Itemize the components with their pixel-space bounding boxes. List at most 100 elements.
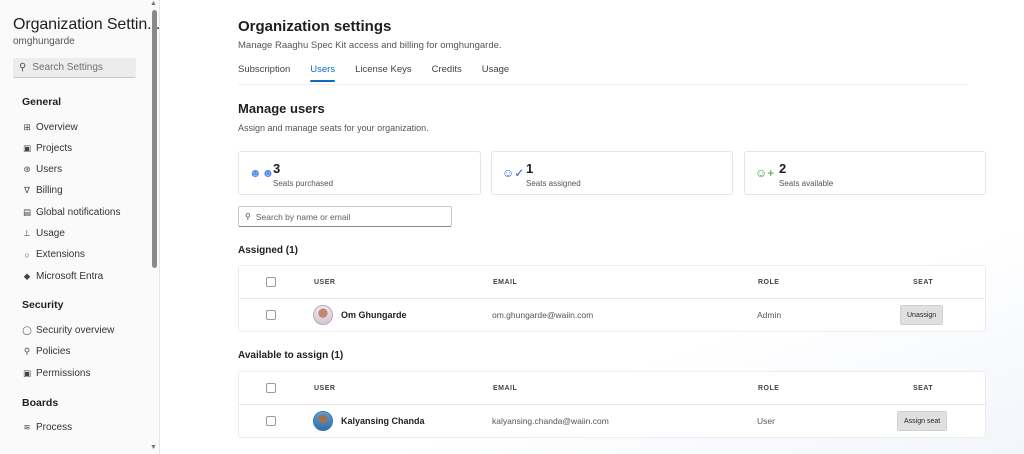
- stat-card-seats-assigned: ☺✓ 1 Seats assigned: [491, 151, 733, 195]
- extensions-icon: ○: [24, 249, 30, 260]
- main-content: Organization settings Manage Raaghu Spec…: [160, 0, 1024, 454]
- seat-cell: Assign seat: [897, 405, 948, 437]
- table-row: Om Ghungarde om.ghungarde@waiin.com Admi…: [239, 299, 985, 331]
- sidebar-org-name: omghungarde: [13, 36, 75, 47]
- column-header-email: EMAIL: [493, 384, 518, 392]
- page-title: Organization settings: [238, 18, 392, 35]
- person-check-icon: ☺✓: [502, 166, 525, 180]
- search-icon: ⚲: [245, 212, 251, 221]
- user-email: kalyansing.chanda@waiin.com: [492, 416, 609, 426]
- sidebar-item-extensions[interactable]: ○ Extensions: [22, 249, 85, 260]
- unassign-button[interactable]: Unassign: [900, 305, 944, 325]
- tab-subscription[interactable]: Subscription: [238, 64, 290, 82]
- projects-icon: ▣: [22, 143, 32, 153]
- column-header-role: ROLE: [758, 278, 780, 286]
- sidebar-scrollbar-thumb[interactable]: [152, 10, 157, 268]
- person-add-icon: ☺+: [755, 166, 775, 180]
- sidebar-item-permissions[interactable]: ▣ Permissions: [22, 368, 90, 379]
- column-header-email: EMAIL: [493, 278, 518, 286]
- sidebar-item-label: Global notifications: [36, 207, 121, 218]
- sidebar-item-microsoft-entra[interactable]: ◆ Microsoft Entra: [22, 271, 104, 282]
- sidebar-item-label: Extensions: [36, 249, 85, 260]
- available-users-table: USER EMAIL ROLE SEAT Kalyansing Chanda k…: [238, 371, 986, 438]
- entra-icon: ◆: [23, 271, 31, 281]
- manage-users-subtitle: Assign and manage seats for your organiz…: [238, 123, 429, 133]
- sidebar-section-general: General: [22, 96, 62, 108]
- avatar: [313, 411, 333, 431]
- seats-available-label: Seats available: [779, 179, 834, 188]
- seats-available-value: 2: [779, 161, 787, 176]
- sidebar-item-usage[interactable]: ⊥ Usage: [22, 228, 65, 239]
- sidebar-item-label: Microsoft Entra: [36, 271, 104, 282]
- scroll-up-arrow-icon[interactable]: ▲: [150, 0, 157, 7]
- settings-search-input[interactable]: ⚲ Search Settings: [13, 58, 136, 78]
- tab-credits[interactable]: Credits: [432, 64, 462, 82]
- row-select-cell: [266, 299, 276, 331]
- available-group-title: Available to assign (1): [238, 350, 344, 361]
- user-cell: Kalyansing Chanda: [313, 405, 425, 437]
- seats-purchased-value: 3: [273, 161, 281, 176]
- select-all-checkbox[interactable]: [266, 277, 276, 287]
- sidebar-item-label: Projects: [36, 143, 73, 154]
- sidebar-item-label: Security overview: [36, 325, 115, 336]
- user-cell: Om Ghungarde: [313, 299, 407, 331]
- assign-seat-button[interactable]: Assign seat: [897, 411, 948, 431]
- select-all-cell: [266, 372, 276, 404]
- row-checkbox[interactable]: [266, 310, 276, 320]
- column-header-seat: SEAT: [913, 384, 934, 392]
- sidebar-item-security-overview[interactable]: ◯ Security overview: [22, 325, 114, 336]
- sidebar-title: Organization Settin...: [13, 16, 160, 33]
- sidebar-item-billing[interactable]: ∇ Billing: [22, 185, 63, 196]
- tabs-divider: [238, 84, 968, 85]
- stat-card-seats-purchased: ☻☻ 3 Seats purchased: [238, 151, 481, 195]
- select-all-checkbox[interactable]: [266, 383, 276, 393]
- sidebar-item-users[interactable]: ⊛ Users: [22, 164, 62, 175]
- cart-icon: ∇: [24, 185, 30, 195]
- column-header-seat: SEAT: [913, 278, 934, 286]
- seats-assigned-label: Seats assigned: [526, 179, 581, 188]
- user-role: Admin: [757, 310, 782, 320]
- user-search-placeholder: Search by name or email: [255, 211, 351, 222]
- avatar: [313, 305, 333, 325]
- row-select-cell: [266, 405, 276, 437]
- sidebar-item-label: Process: [36, 422, 73, 433]
- column-header-user: USER: [314, 384, 336, 392]
- settings-sidebar: Organization Settin... omghungarde ⚲ Sea…: [0, 0, 160, 454]
- stat-card-seats-available: ☺+ 2 Seats available: [744, 151, 986, 195]
- sidebar-item-label: Billing: [36, 185, 63, 196]
- column-header-role: ROLE: [758, 384, 780, 392]
- sidebar-item-policies[interactable]: ⚲ Policies: [22, 346, 71, 357]
- row-checkbox[interactable]: [266, 416, 276, 426]
- grid-icon: ⊞: [23, 122, 31, 132]
- search-icon: ⚲: [19, 62, 27, 73]
- notification-icon: ▤: [22, 207, 32, 217]
- sidebar-item-label: Users: [36, 164, 63, 175]
- tab-usage[interactable]: Usage: [482, 64, 509, 82]
- assigned-users-table: USER EMAIL ROLE SEAT Om Ghungarde om.ghu…: [238, 265, 986, 332]
- lock-icon: ▣: [22, 368, 32, 378]
- settings-search-placeholder: Search Settings: [32, 62, 103, 73]
- sidebar-item-process[interactable]: ≋ Process: [22, 422, 72, 433]
- user-email: om.ghungarde@waiin.com: [492, 310, 594, 320]
- scroll-down-arrow-icon[interactable]: ▼: [150, 444, 157, 451]
- sidebar-item-global-notifications[interactable]: ▤ Global notifications: [22, 207, 121, 218]
- usage-icon: ⊥: [23, 228, 31, 238]
- assigned-group-title: Assigned (1): [238, 245, 299, 256]
- user-name: Om Ghungarde: [341, 310, 407, 320]
- seats-purchased-label: Seats purchased: [273, 179, 334, 188]
- tab-users[interactable]: Users: [310, 64, 335, 82]
- shield-icon: ◯: [22, 325, 32, 335]
- user-search-input[interactable]: ⚲ Search by name or email: [238, 206, 452, 227]
- table-header-row: USER EMAIL ROLE SEAT: [239, 266, 985, 299]
- tab-license-keys[interactable]: License Keys: [355, 64, 412, 82]
- sidebar-item-label: Overview: [36, 122, 78, 133]
- table-row: Kalyansing Chanda kalyansing.chanda@waii…: [239, 405, 985, 437]
- process-icon: ≋: [23, 422, 31, 432]
- sidebar-item-overview[interactable]: ⊞ Overview: [22, 122, 78, 133]
- seats-assigned-value: 1: [526, 161, 534, 176]
- sidebar-item-label: Permissions: [36, 368, 91, 379]
- sidebar-section-security: Security: [22, 299, 64, 311]
- page-subtitle: Manage Raaghu Spec Kit access and billin…: [238, 40, 502, 51]
- users-icon: ⊛: [23, 164, 31, 174]
- sidebar-item-projects[interactable]: ▣ Projects: [22, 143, 72, 154]
